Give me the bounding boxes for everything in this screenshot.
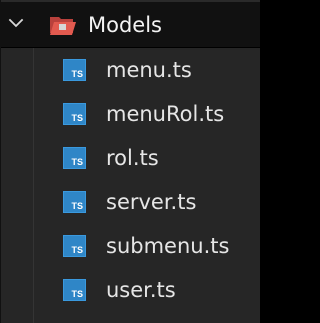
file-row-server[interactable]: TS server.ts (1, 180, 260, 224)
typescript-file-icon: TS (63, 103, 86, 125)
chevron-down-icon[interactable] (8, 15, 24, 31)
typescript-file-icon: TS (63, 191, 86, 213)
typescript-file-icon: TS (63, 147, 86, 169)
file-row-submenu[interactable]: TS submenu.ts (1, 224, 260, 268)
file-explorer-panel: Models TS menu.ts TS menuRol.ts TS rol.t… (0, 0, 261, 323)
typescript-icon-label: TS (71, 157, 83, 167)
file-row-rol[interactable]: TS rol.ts (1, 136, 260, 180)
file-row-menu[interactable]: TS menu.ts (1, 48, 260, 92)
file-row-user[interactable]: TS user.ts (1, 268, 260, 312)
typescript-icon-label: TS (71, 201, 83, 211)
file-label: server.ts (106, 190, 197, 214)
typescript-icon-label: TS (71, 69, 83, 79)
file-label: user.ts (106, 278, 176, 302)
typescript-icon-label: TS (71, 113, 83, 123)
typescript-file-icon: TS (63, 279, 86, 301)
file-label: rol.ts (106, 146, 159, 170)
folder-open-icon (49, 14, 77, 36)
file-label: menu.ts (106, 58, 192, 82)
folder-label: Models (88, 13, 162, 37)
file-label: menuRol.ts (106, 102, 225, 126)
typescript-file-icon: TS (63, 235, 86, 257)
file-list: TS menu.ts TS menuRol.ts TS rol.ts TS se… (1, 48, 260, 312)
typescript-icon-label: TS (71, 289, 83, 299)
file-row-menurol[interactable]: TS menuRol.ts (1, 92, 260, 136)
file-label: submenu.ts (106, 234, 230, 258)
typescript-icon-label: TS (71, 245, 83, 255)
typescript-file-icon: TS (63, 59, 86, 81)
folder-row-models[interactable]: Models (1, 0, 260, 48)
